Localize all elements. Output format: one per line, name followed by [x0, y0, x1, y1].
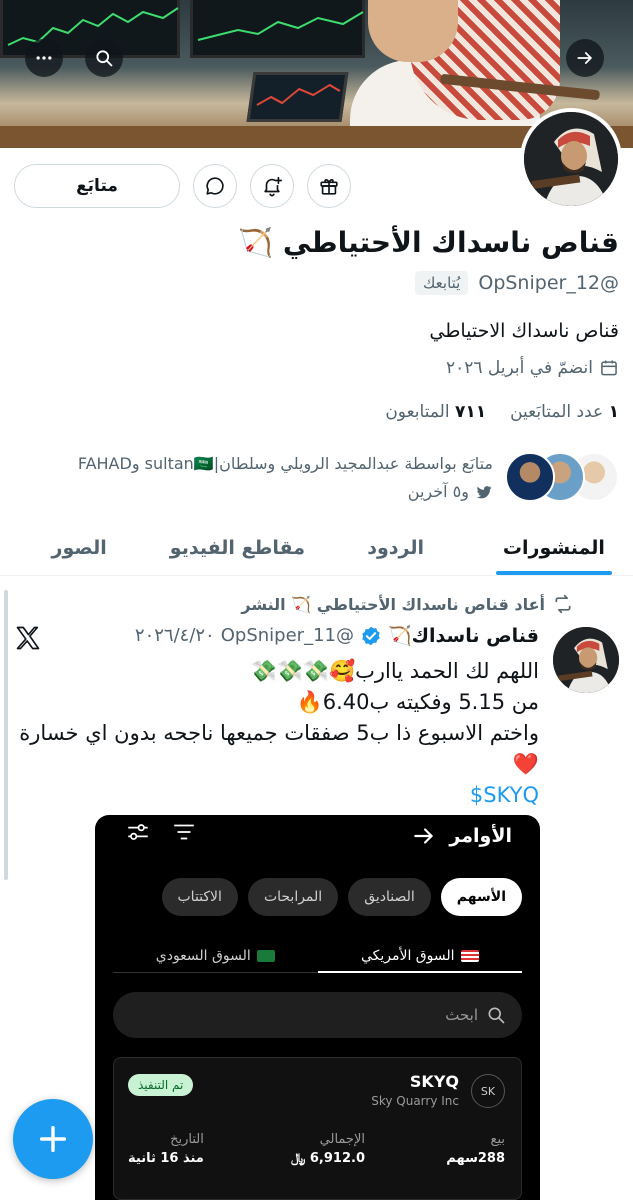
total-value: 6,912.0 ﷼: [290, 1151, 365, 1166]
total-label: الإجمالي: [319, 1132, 365, 1147]
chip-murabaha: المرابحات: [247, 878, 339, 916]
market-saudi-label: السوق السعودي: [155, 947, 251, 964]
gift-icon: [320, 179, 338, 195]
tab-videos[interactable]: مقاطع الفيديو: [158, 520, 316, 575]
status-badge: تم التنفيذ: [128, 1074, 194, 1096]
ticker-symbol: SKYQ: [409, 1072, 459, 1091]
search-button[interactable]: [85, 39, 123, 77]
avatar-illustration: [553, 627, 619, 693]
profile-handle: @OpSniper_12: [478, 272, 619, 294]
order-side: بيع 288سهم: [446, 1132, 505, 1166]
more-icon: [36, 56, 52, 60]
message-button[interactable]: [193, 164, 237, 208]
app-search-field: ابحث: [113, 992, 522, 1038]
app-search-placeholder: ابحث: [445, 1006, 478, 1024]
arrow-right-icon: [577, 52, 592, 64]
followed-by-line1: متابَع بواسطة عبدالمجيد الرويلي وسلطان|s…: [77, 454, 493, 473]
chip-stocks: الأسهم: [440, 878, 522, 916]
chip-funds: الصناديق: [348, 878, 431, 916]
profile-tabs: المنشورات الردود مقاطع الفيديو الصور: [0, 520, 633, 576]
profile-avatar[interactable]: [520, 108, 622, 210]
cashtag-link[interactable]: $SKYQ: [14, 780, 539, 811]
post-date[interactable]: ٢٠٢٦/٤/٢٠: [135, 625, 215, 646]
follows-you-badge: يُتابعك: [415, 271, 469, 295]
post-image[interactable]: الأوامر الأسهم الصناديق المرابحات الاكتت…: [95, 815, 540, 1200]
post-body: اللهم لك الحمد ياارب🥰💸💸💸 من 5.15 وفكيته …: [14, 656, 539, 811]
saudi-flag-icon: [256, 949, 275, 962]
search-icon: [96, 50, 113, 67]
date-value: منذ 16 ثانية: [128, 1151, 204, 1166]
calendar-icon: [601, 360, 617, 376]
following-button[interactable]: متابَع: [14, 164, 180, 208]
notifications-button[interactable]: [250, 164, 294, 208]
market-us-label: السوق الأمريكي: [360, 947, 455, 964]
chat-bubble-icon: [206, 177, 224, 195]
search-icon: [488, 1007, 505, 1024]
order-total: الإجمالي 6,912.0 ﷼: [291, 1132, 365, 1166]
filter-icons: [125, 819, 197, 845]
handle-row: @OpSniper_12 يُتابعك: [415, 271, 619, 295]
followers-label: المتابعون: [385, 402, 450, 422]
follow-stats: ١ عدد المتابَعين ٧١١ المتابعون: [385, 402, 619, 422]
orders-title: الأوامر: [449, 825, 512, 847]
tab-posts[interactable]: المنشورات: [475, 520, 633, 575]
date-label: التاريخ: [170, 1132, 204, 1147]
sort-icon: [174, 824, 194, 840]
more-options-button[interactable]: [25, 39, 63, 77]
post-line: واختم الاسبوع ذا ب5 صفقات جميعها ناجحه ب…: [19, 721, 539, 776]
gift-button[interactable]: [307, 164, 351, 208]
twitter-bird-icon: [476, 486, 492, 499]
following-count: ١: [608, 402, 619, 422]
x-logo-icon[interactable]: [14, 624, 42, 652]
repost-text: أعاد قناص ناسداك الأحتياطي 🏹 النشر: [241, 594, 545, 614]
following-label: عدد المتابَعين: [510, 402, 604, 422]
profile-bio: قناص ناسداك الاحتياطي: [429, 320, 619, 342]
join-date-text: انضمّ في أبريل ٢٠٢٦: [446, 358, 593, 378]
market-tabs: السوق الأمريكي السوق السعودي: [113, 939, 522, 973]
profile-name: قناص ناسداك الأحتياطي 🏹: [238, 226, 619, 259]
chip-ipo: الاكتتاب: [161, 878, 238, 916]
order-date: التاريخ منذ 16 ثانية: [128, 1132, 204, 1166]
post-author-handle[interactable]: @OpSniper_11: [221, 625, 354, 646]
back-button[interactable]: [566, 39, 604, 77]
post-header: قناص ناسداك🏹 @OpSniper_11 ٢٠٢٦/٤/٢٠: [135, 624, 539, 647]
orders-header: الأوامر: [411, 823, 512, 849]
avatar-illustration: [524, 112, 618, 206]
bell-plus-icon: [264, 176, 282, 197]
market-us: السوق الأمريكي: [317, 939, 523, 973]
tab-media[interactable]: الصور: [0, 520, 158, 575]
compose-post-button[interactable]: [13, 1099, 93, 1179]
followed-by-line2-row: و٥ آخرين: [13, 478, 493, 506]
post-line: اللهم لك الحمد ياارب🥰💸💸💸: [250, 659, 540, 683]
side-label: بيع: [490, 1132, 505, 1147]
scrollbar[interactable]: [4, 590, 8, 880]
repost-icon: [555, 594, 571, 614]
us-flag-icon: [460, 949, 479, 962]
post-author-avatar[interactable]: [553, 627, 619, 693]
followed-by-text[interactable]: متابَع بواسطة عبدالمجيد الرويلي وسلطان|s…: [13, 450, 493, 506]
repost-indicator[interactable]: أعاد قناص ناسداك الأحتياطي 🏹 النشر: [241, 594, 573, 614]
arrow-right-icon: [414, 828, 434, 844]
followed-by-others: و٥ آخرين: [407, 482, 469, 501]
company-name: Sky Quarry Inc: [371, 1094, 459, 1108]
verified-badge-icon: [362, 626, 380, 645]
follower-avatar: [505, 452, 555, 502]
asset-chips: الأسهم الصناديق المرابحات الاكتتاب: [161, 878, 522, 916]
ticker-avatar: SK: [471, 1074, 505, 1108]
market-saudi: السوق السعودي: [113, 939, 318, 972]
tab-replies[interactable]: الردود: [317, 520, 475, 575]
plus-icon: [39, 1125, 67, 1153]
post-line: من 5.15 وفكيته ب6.40🔥: [296, 690, 539, 714]
order-card: SK SKYQ Sky Quarry Inc تم التنفيذ بيع 28…: [113, 1057, 522, 1200]
following-stat[interactable]: ١ عدد المتابَعين: [510, 402, 619, 422]
followers-stat[interactable]: ٧١١ المتابعون: [385, 402, 486, 422]
sliders-icon: [128, 824, 148, 840]
followers-count: ٧١١: [454, 402, 487, 422]
followed-by-avatars[interactable]: [505, 452, 620, 504]
join-date: انضمّ في أبريل ٢٠٢٦: [446, 358, 619, 378]
side-value: 288سهم: [446, 1151, 505, 1166]
post-author-name[interactable]: قناص ناسداك🏹: [388, 624, 539, 647]
